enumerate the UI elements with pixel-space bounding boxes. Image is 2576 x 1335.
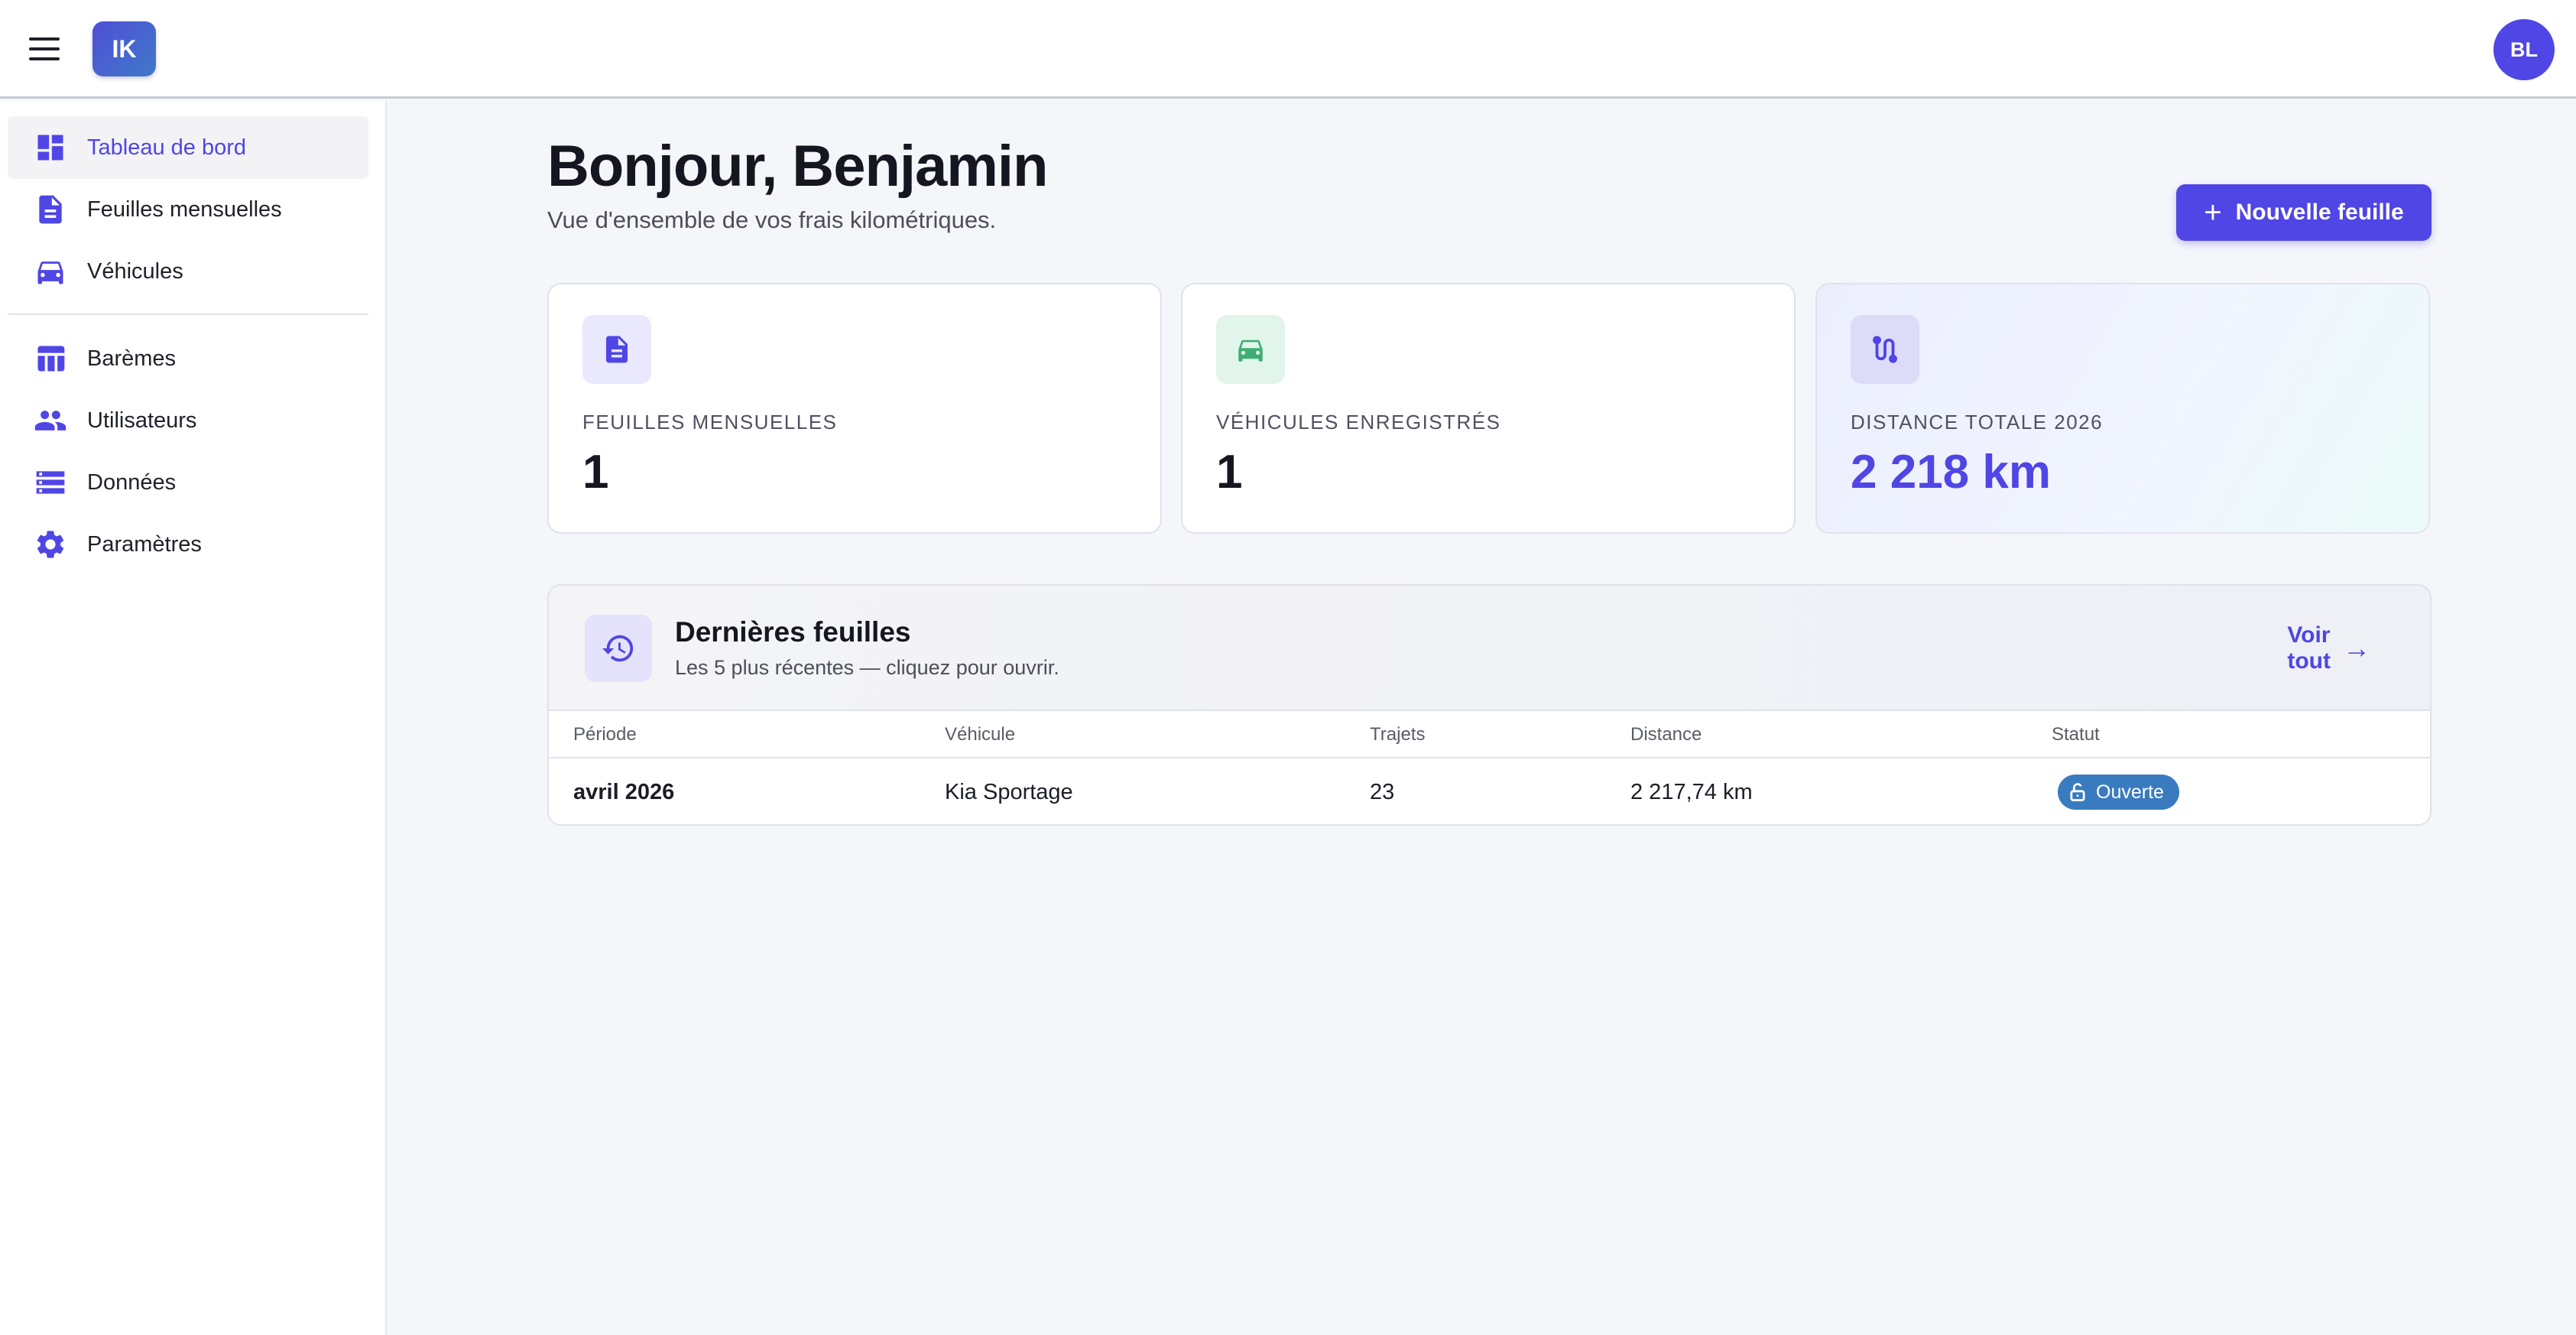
column-header-distance[interactable]: Distance [1630,711,1702,758]
arrow-right-icon: → [2343,632,2370,664]
new-sheet-button-label: Nouvelle feuille [2235,200,2404,225]
plus-icon: + [2204,196,2222,229]
sidebar-divider [8,313,368,315]
stat-value: 1 [1216,446,1243,499]
page-title: Bonjour, Benjamin [547,134,1048,199]
see-all-label: Voir tout [2287,622,2331,674]
cell-vehicle: Kia Sportage [945,780,1073,804]
main-content: Bonjour, Benjamin Vue d'ensemble de vos … [388,101,2576,1335]
sidebar-item-scales[interactable]: Barèmes [8,327,368,390]
sidebar-item-label: Tableau de bord [87,135,246,160]
status-label: Ouverte [2096,781,2164,803]
sidebar-item-users[interactable]: Utilisateurs [8,389,368,452]
table-header: Période Véhicule Trajets Distance Statut [549,711,2430,758]
sidebar-item-settings[interactable]: Paramètres [8,513,368,576]
column-header-period[interactable]: Période [573,711,637,758]
sidebar: Tableau de bord Feuilles mensuelles Véhi… [0,101,387,1335]
stat-label: Distance totale 2026 [1851,411,2104,434]
sidebar-item-label: Paramètres [87,531,202,557]
gear-icon [34,528,67,561]
stat-label: Feuilles mensuelles [582,411,838,434]
stat-value: 2 218 km [1851,446,2051,499]
column-header-trips[interactable]: Trajets [1370,711,1425,758]
stat-card-vehicles: Véhicules enregistrés 1 [1181,283,1796,534]
recent-sheets-header: Dernières feuilles Les 5 plus récentes —… [549,586,2430,711]
cell-trips: 23 [1370,780,1395,804]
dashboard-icon [34,131,67,164]
unlock-icon [2070,783,2085,801]
page-subtitle: Vue d'ensemble de vos frais kilométrique… [547,206,997,233]
cell-period: avril 2026 [573,780,675,804]
sidebar-item-label: Barèmes [87,346,177,371]
column-header-vehicle[interactable]: Véhicule [945,711,1015,758]
recent-sheets-title: Dernières feuilles [675,616,911,648]
cell-distance: 2 217,74 km [1630,780,1753,804]
sidebar-item-label: Utilisateurs [87,408,197,433]
sidebar-item-monthly-sheets[interactable]: Feuilles mensuelles [8,178,368,241]
list-icon [34,466,67,499]
status-badge: Ouverte [2058,775,2179,810]
history-icon [585,615,652,682]
new-sheet-button[interactable]: + Nouvelle feuille [2176,184,2432,241]
avatar[interactable]: BL [2493,19,2555,80]
hamburger-menu-icon[interactable] [28,34,61,64]
sidebar-item-label: Véhicules [87,258,183,284]
sidebar-item-label: Données [87,469,177,495]
people-icon [34,404,67,437]
car-icon [1216,315,1285,384]
top-bar: IK BL [0,0,2576,99]
recent-sheets-panel: Dernières feuilles Les 5 plus récentes —… [547,584,2432,826]
table-row[interactable]: avril 2026 Kia Sportage 23 2 217,74 km O… [549,758,2430,824]
document-icon [34,193,67,226]
sidebar-item-dashboard[interactable]: Tableau de bord [8,116,368,179]
table-icon [34,342,67,375]
recent-sheets-subtitle: Les 5 plus récentes — cliquez pour ouvri… [675,656,1059,679]
app-logo[interactable]: IK [92,21,156,76]
column-header-status[interactable]: Statut [2052,711,2100,758]
sidebar-item-data[interactable]: Données [8,451,368,514]
route-icon [1851,315,1919,384]
sidebar-item-label: Feuilles mensuelles [87,197,282,222]
sidebar-item-vehicles[interactable]: Véhicules [8,240,368,303]
see-all-link[interactable]: Voir tout → [2287,586,2409,711]
car-icon [34,255,67,288]
stat-value: 1 [582,446,609,499]
stat-label: Véhicules enregistrés [1216,411,1501,434]
stat-card-total-distance: Distance totale 2026 2 218 km [1815,283,2430,534]
document-icon [582,315,651,384]
stat-card-monthly-sheets: Feuilles mensuelles 1 [547,283,1162,534]
